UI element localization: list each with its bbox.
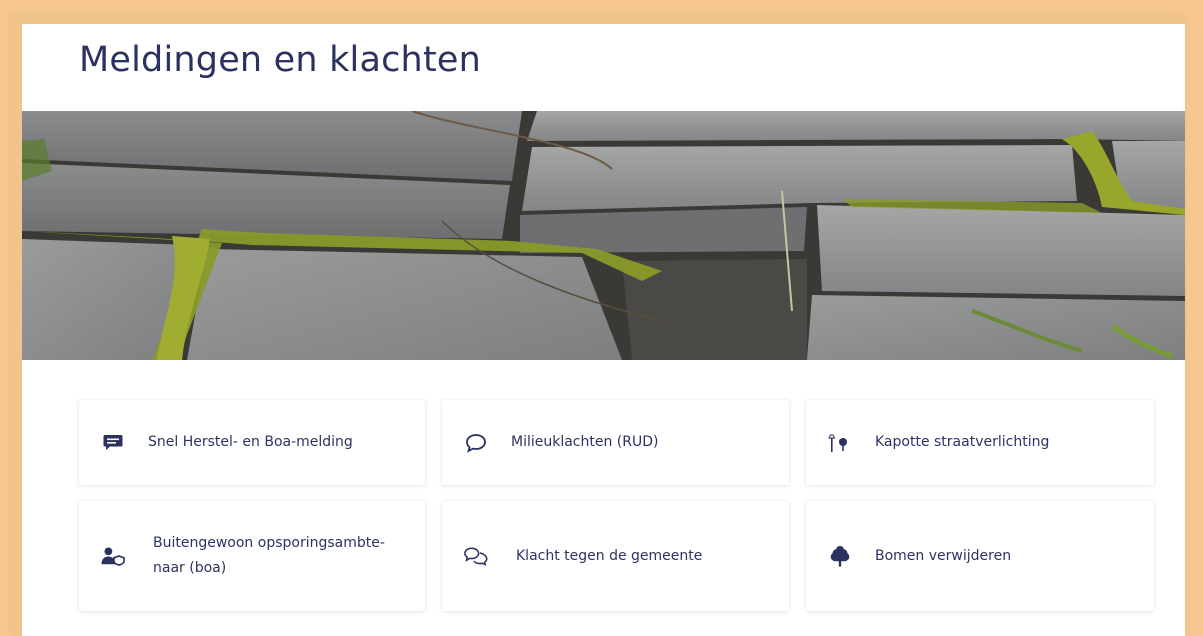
tile-buitengewoon-opsporingsambtenaar[interactable]: Buitengewoon opsporingsambte-naar (boa)	[79, 501, 425, 611]
street-light-icon	[828, 431, 852, 455]
tile-label: Klacht tegen de gemeente	[516, 547, 703, 564]
tile-bomen-verwijderen[interactable]: Bomen verwijderen	[806, 501, 1154, 611]
tile-milieuklachten-rud[interactable]: Milieuklachten (RUD)	[442, 400, 789, 485]
user-shield-icon	[101, 544, 125, 568]
tile-label: Kapotte straatverlichting	[875, 434, 1050, 450]
tree-icon	[828, 544, 852, 568]
message-square-icon	[101, 431, 125, 455]
speech-bubble-icon	[464, 431, 488, 455]
tile-label: Snel Herstel- en Boa-melding	[148, 434, 353, 450]
tile-label: Bomen verwijderen	[875, 547, 1012, 564]
hero-image	[22, 111, 1185, 360]
conversation-icon	[464, 544, 488, 568]
content-panel: Meldingen en klachten Snel Herstel- en B…	[22, 24, 1185, 636]
tile-kapotte-straatverlichting[interactable]: Kapotte straatverlichting	[806, 400, 1154, 485]
tile-label: Buitengewoon opsporingsambte-naar (boa)	[153, 535, 385, 576]
tile-klacht-tegen-de-gemeente[interactable]: Klacht tegen de gemeente	[442, 501, 789, 611]
tile-label: Milieuklachten (RUD)	[511, 434, 659, 450]
tile-snel-herstel-boa-melding[interactable]: Snel Herstel- en Boa-melding	[79, 400, 425, 485]
page-title: Meldingen en klachten	[79, 40, 481, 80]
